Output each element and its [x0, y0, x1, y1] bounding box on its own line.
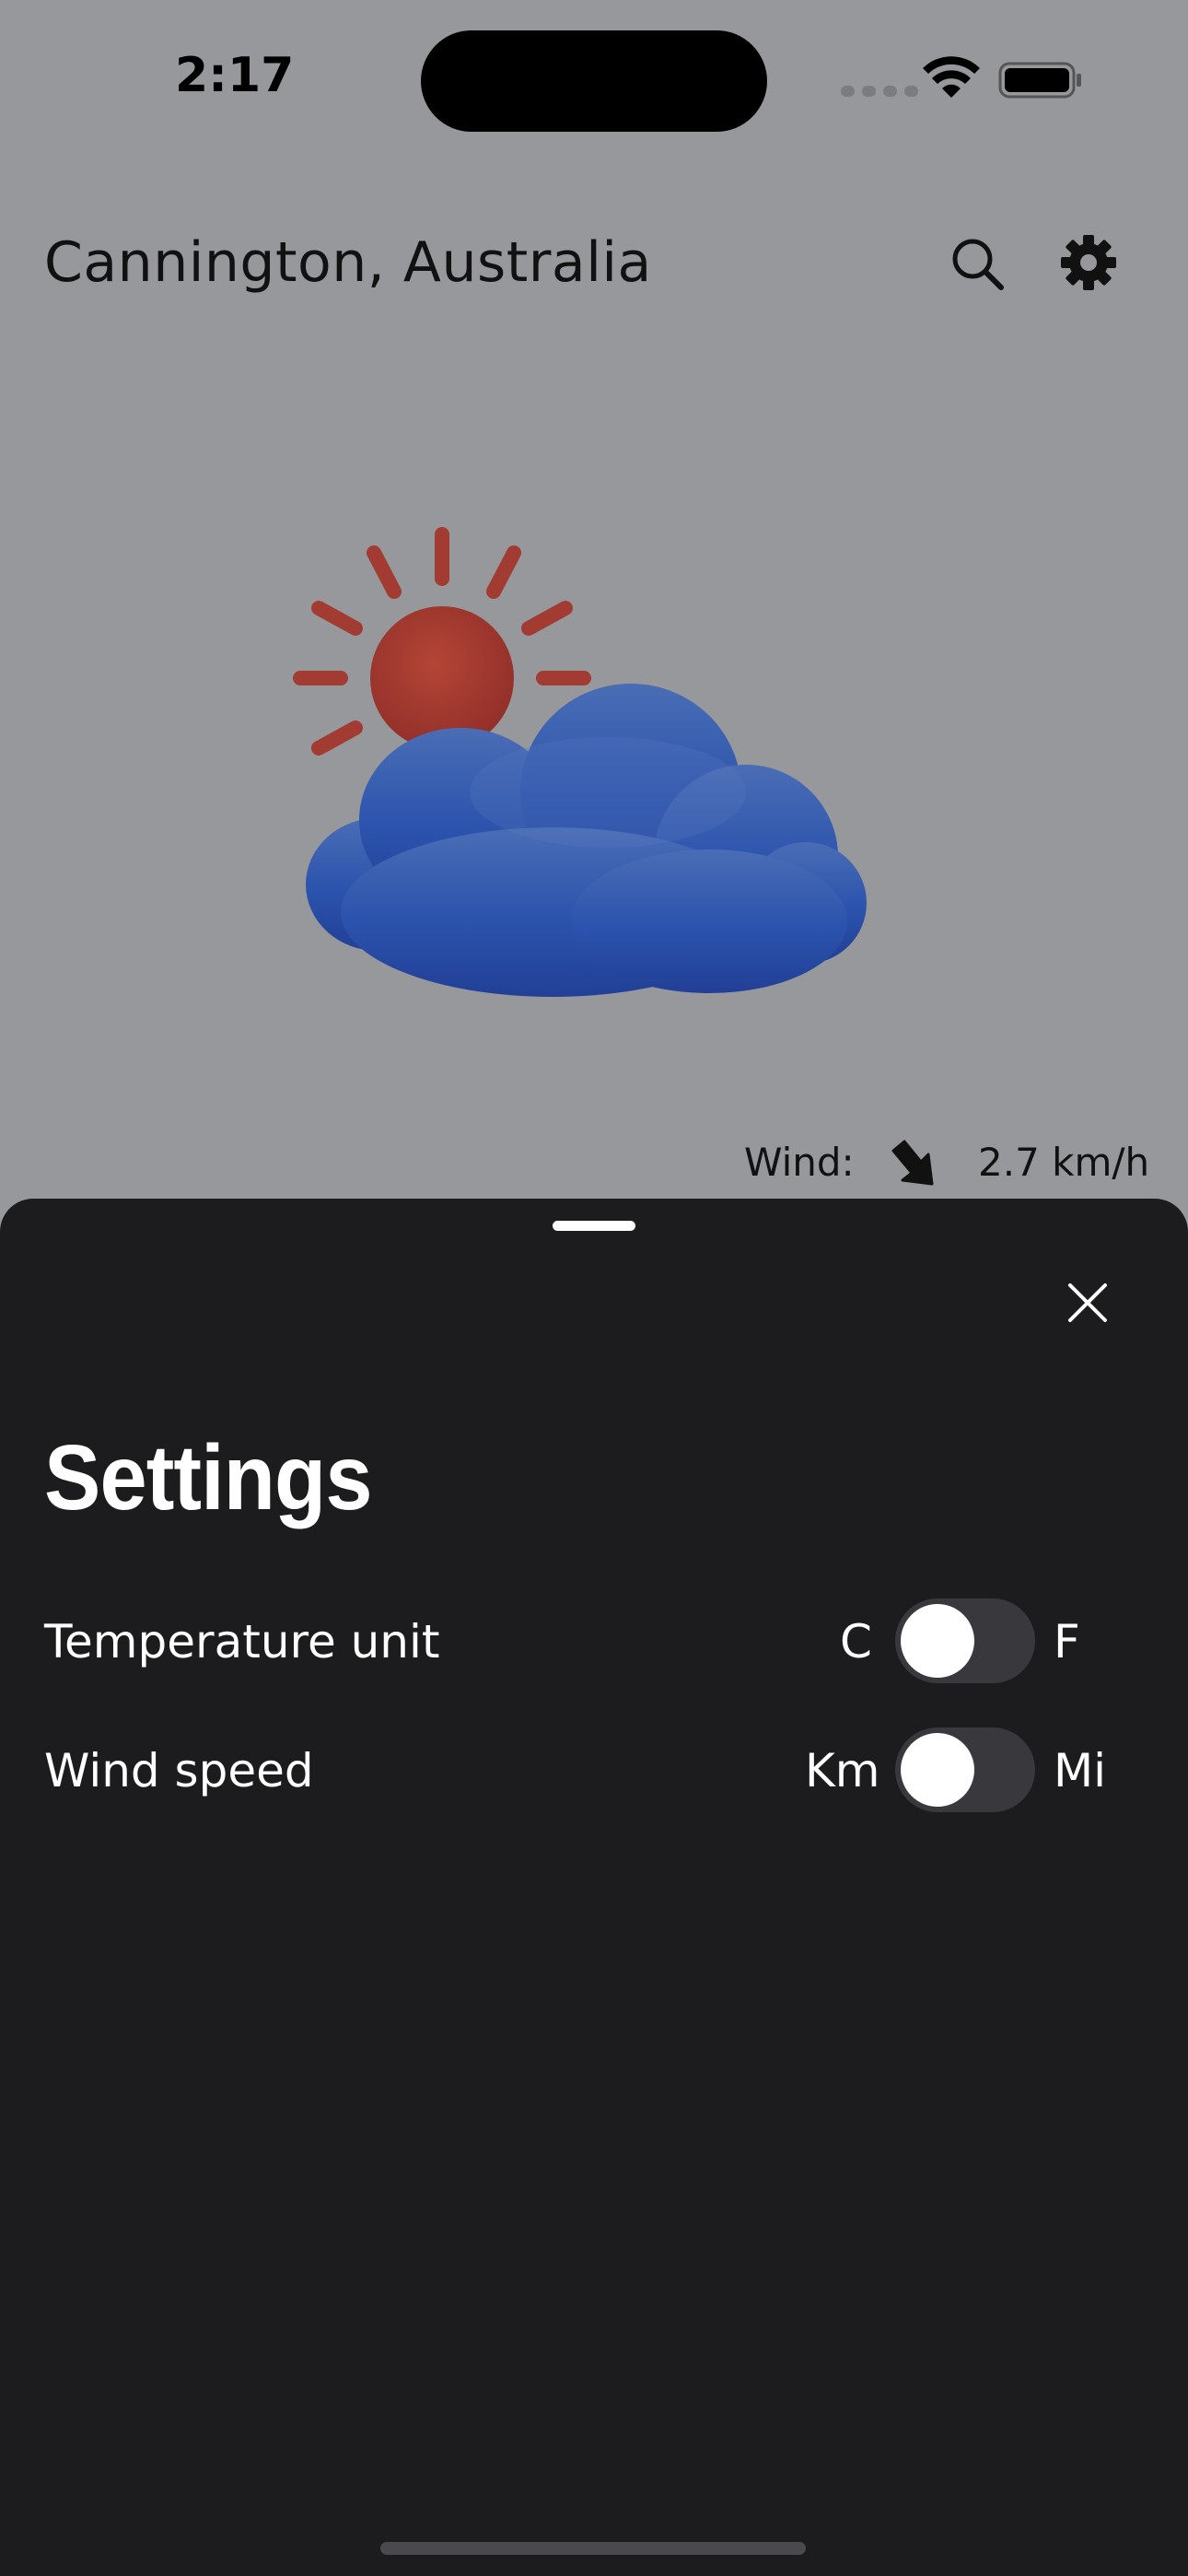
status-time: 2:17 [175, 48, 295, 103]
toggle-knob [901, 1604, 974, 1678]
temperature-option-fahrenheit: F [1054, 1615, 1080, 1669]
wind-speed-toggle[interactable] [895, 1727, 1035, 1812]
gear-icon[interactable] [1059, 233, 1118, 292]
toggle-knob [901, 1733, 974, 1807]
temperature-unit-label: Temperature unit [44, 1615, 440, 1669]
wind-label: Wind: [744, 1140, 855, 1185]
search-icon[interactable] [949, 235, 1006, 292]
home-indicator [380, 2542, 806, 2555]
location-title: Cannington, Australia [44, 230, 652, 295]
temperature-option-celsius: C [840, 1615, 872, 1669]
wind-speed-value: 2.7 km/h [978, 1140, 1150, 1185]
wind-option-km: Km [805, 1744, 880, 1797]
wifi-icon [923, 56, 980, 98]
partly-cloudy-icon [293, 527, 867, 997]
wind-direction-arrow-icon [891, 1140, 934, 1186]
wind-speed-label: Wind speed [44, 1744, 314, 1797]
wind-option-mi: Mi [1054, 1744, 1107, 1797]
settings-sheet: Settings Temperature unit C F Wind speed… [0, 1199, 1188, 2576]
cellular-signal-icon [841, 86, 918, 97]
dynamic-island [421, 30, 767, 132]
settings-title: Settings [44, 1426, 372, 1529]
temperature-unit-toggle[interactable] [895, 1598, 1035, 1683]
close-icon[interactable] [1057, 1272, 1118, 1333]
battery-icon [998, 62, 1081, 99]
sheet-grabber[interactable] [553, 1221, 635, 1231]
